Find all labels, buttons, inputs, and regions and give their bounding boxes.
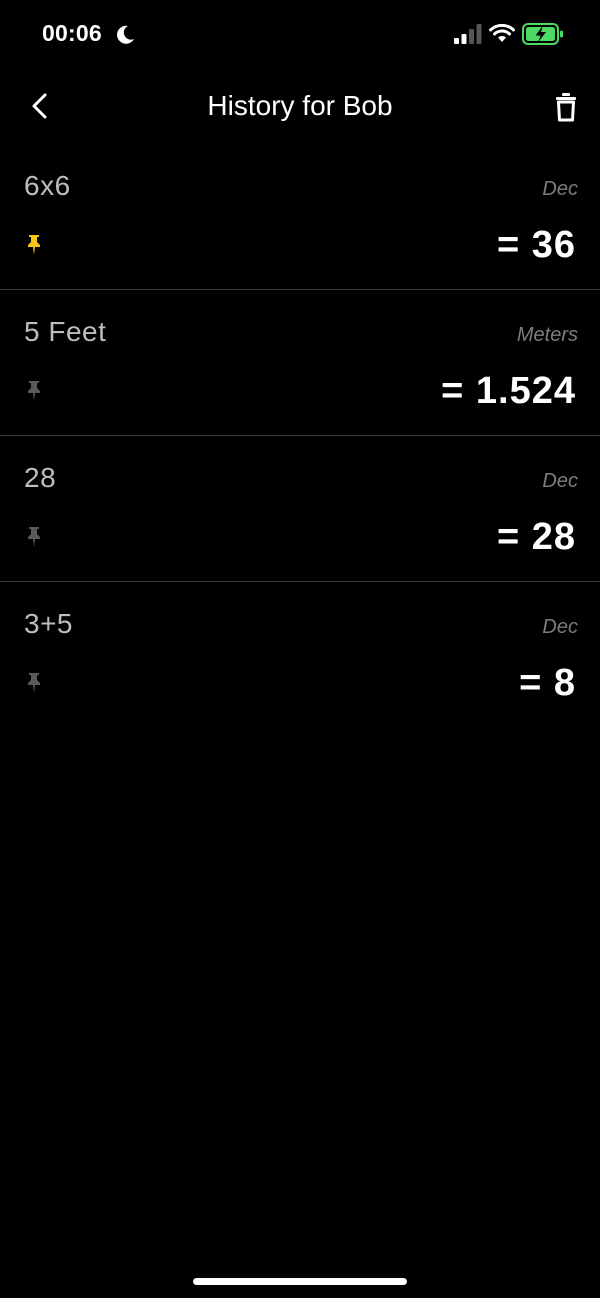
status-bar: 00:06 xyxy=(0,0,600,70)
history-expression: 3+5 xyxy=(24,608,73,639)
history-unit: Dec xyxy=(542,470,578,492)
home-indicator[interactable] xyxy=(193,1278,407,1285)
history-result: = 8 xyxy=(519,662,576,704)
moon-icon xyxy=(117,25,134,44)
wifi-icon xyxy=(489,23,515,42)
pin-icon[interactable] xyxy=(24,526,44,548)
status-time: 00:06 xyxy=(42,20,102,46)
pin-icon[interactable] xyxy=(24,672,44,694)
history-row[interactable]: 3+5 Dec = 8 xyxy=(0,582,600,728)
history-result: = 36 xyxy=(496,224,576,266)
pin-icon[interactable] xyxy=(24,234,44,256)
history-row[interactable]: 5 Feet Meters = 1.524 xyxy=(0,290,600,436)
trash-icon xyxy=(556,93,576,122)
nav-bar: History for Bob xyxy=(0,70,600,144)
history-expression: 6x6 xyxy=(24,170,71,201)
battery-charging-icon xyxy=(522,23,563,45)
pin-icon[interactable] xyxy=(24,380,44,402)
history-expression: 28 xyxy=(24,462,57,493)
history-unit: Meters xyxy=(516,324,578,346)
page-title: History for Bob xyxy=(207,90,393,121)
cellular-signal-icon xyxy=(454,24,482,44)
history-list: 6x6 Dec = 36 5 Feet Meters = 1.524 28 Dec = 28 3+… xyxy=(0,144,600,728)
history-expression: 5 Feet xyxy=(24,316,107,347)
history-unit: Dec xyxy=(542,616,578,638)
history-result: = 1.524 xyxy=(441,370,576,412)
history-row[interactable]: 6x6 Dec = 36 xyxy=(0,144,600,290)
clear-history-button[interactable] xyxy=(550,90,582,124)
history-unit: Dec xyxy=(542,178,578,200)
history-row[interactable]: 28 Dec = 28 xyxy=(0,436,600,582)
history-result: = 28 xyxy=(496,516,576,558)
